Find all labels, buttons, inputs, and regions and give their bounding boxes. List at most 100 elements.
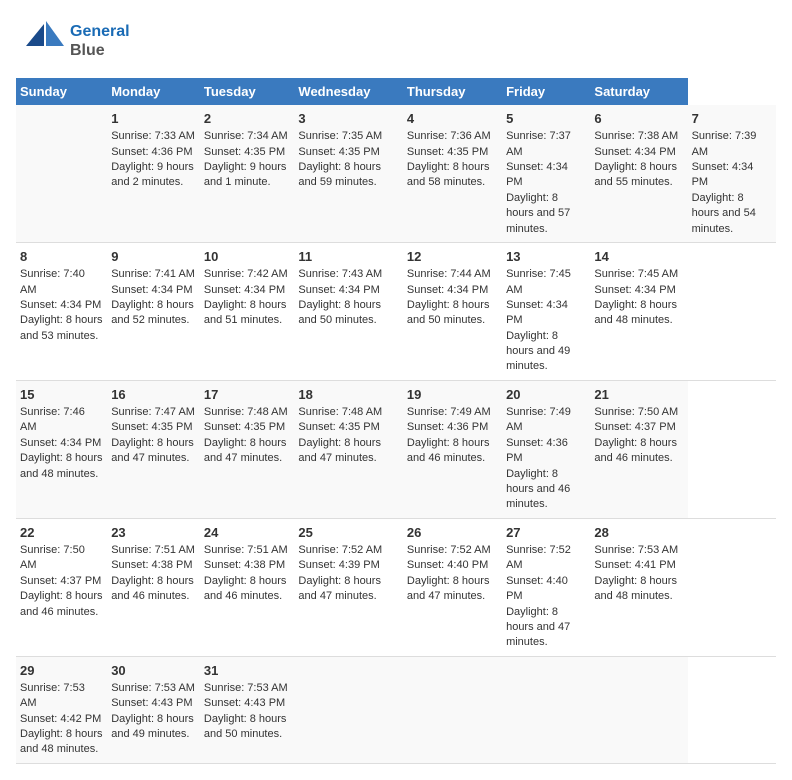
daylight-text: Daylight: 8 hours and 46 minutes.	[20, 590, 103, 617]
daylight-text: Daylight: 8 hours and 47 minutes.	[407, 575, 490, 602]
sunset-text: Sunset: 4:35 PM	[298, 146, 379, 158]
daylight-text: Daylight: 8 hours and 46 minutes.	[594, 437, 677, 464]
sunset-text: Sunset: 4:36 PM	[506, 437, 568, 464]
sunset-text: Sunset: 4:34 PM	[407, 284, 488, 296]
calendar-body: 1Sunrise: 7:33 AMSunset: 4:36 PMDaylight…	[16, 105, 776, 763]
sunrise-text: Sunrise: 7:48 AM	[298, 406, 382, 418]
logo: GeneralBlue	[16, 16, 130, 66]
calendar-cell: 9Sunrise: 7:41 AMSunset: 4:34 PMDaylight…	[107, 242, 200, 380]
calendar-cell: 11Sunrise: 7:43 AMSunset: 4:34 PMDayligh…	[294, 242, 402, 380]
day-number: 18	[298, 386, 398, 404]
day-number: 17	[204, 386, 291, 404]
daylight-text: Daylight: 8 hours and 47 minutes.	[298, 575, 381, 602]
calendar-cell: 26Sunrise: 7:52 AMSunset: 4:40 PMDayligh…	[403, 518, 502, 656]
header-monday: Monday	[107, 78, 200, 105]
daylight-text: Daylight: 8 hours and 55 minutes.	[594, 161, 677, 188]
sunrise-text: Sunrise: 7:33 AM	[111, 130, 195, 142]
day-number: 16	[111, 386, 196, 404]
logo-text-block: GeneralBlue	[70, 22, 130, 60]
sunset-text: Sunset: 4:38 PM	[111, 559, 192, 571]
day-number: 4	[407, 110, 498, 128]
sunset-text: Sunset: 4:38 PM	[204, 559, 285, 571]
sunrise-text: Sunrise: 7:51 AM	[111, 544, 195, 556]
day-number: 26	[407, 524, 498, 542]
calendar-cell: 5Sunrise: 7:37 AMSunset: 4:34 PMDaylight…	[502, 105, 590, 242]
sunset-text: Sunset: 4:41 PM	[594, 559, 675, 571]
daylight-text: Daylight: 8 hours and 53 minutes.	[20, 314, 103, 341]
daylight-text: Daylight: 8 hours and 47 minutes.	[298, 437, 381, 464]
day-number: 10	[204, 248, 291, 266]
sunrise-text: Sunrise: 7:35 AM	[298, 130, 382, 142]
sunrise-text: Sunrise: 7:52 AM	[298, 544, 382, 556]
daylight-text: Daylight: 8 hours and 46 minutes.	[407, 437, 490, 464]
day-number: 7	[692, 110, 772, 128]
sunrise-text: Sunrise: 7:37 AM	[506, 130, 571, 157]
calendar-cell: 1Sunrise: 7:33 AMSunset: 4:36 PMDaylight…	[107, 105, 200, 242]
sunrise-text: Sunrise: 7:53 AM	[20, 682, 85, 709]
week-row-4: 29Sunrise: 7:53 AMSunset: 4:42 PMDayligh…	[16, 656, 776, 763]
calendar-cell: 16Sunrise: 7:47 AMSunset: 4:35 PMDayligh…	[107, 380, 200, 518]
sunrise-text: Sunrise: 7:39 AM	[692, 130, 757, 157]
calendar-cell: 31Sunrise: 7:53 AMSunset: 4:43 PMDayligh…	[200, 656, 295, 763]
day-number: 6	[594, 110, 683, 128]
sunrise-text: Sunrise: 7:40 AM	[20, 268, 85, 295]
calendar-cell: 21Sunrise: 7:50 AMSunset: 4:37 PMDayligh…	[590, 380, 687, 518]
sunset-text: Sunset: 4:43 PM	[204, 697, 285, 709]
sunset-text: Sunset: 4:40 PM	[506, 575, 568, 602]
calendar-cell: 27Sunrise: 7:52 AMSunset: 4:40 PMDayligh…	[502, 518, 590, 656]
calendar-cell: 23Sunrise: 7:51 AMSunset: 4:38 PMDayligh…	[107, 518, 200, 656]
sunset-text: Sunset: 4:34 PM	[20, 299, 101, 311]
sunset-text: Sunset: 4:34 PM	[594, 146, 675, 158]
day-number: 30	[111, 662, 196, 680]
sunset-text: Sunset: 4:37 PM	[594, 421, 675, 433]
day-number: 3	[298, 110, 398, 128]
sunset-text: Sunset: 4:42 PM	[20, 713, 101, 725]
week-row-0: 1Sunrise: 7:33 AMSunset: 4:36 PMDaylight…	[16, 105, 776, 242]
calendar-cell	[16, 105, 107, 242]
sunrise-text: Sunrise: 7:48 AM	[204, 406, 288, 418]
day-number: 19	[407, 386, 498, 404]
day-number: 11	[298, 248, 398, 266]
calendar-cell: 18Sunrise: 7:48 AMSunset: 4:35 PMDayligh…	[294, 380, 402, 518]
header-sunday: Sunday	[16, 78, 107, 105]
sunrise-text: Sunrise: 7:36 AM	[407, 130, 491, 142]
sunrise-text: Sunrise: 7:44 AM	[407, 268, 491, 280]
page-header: GeneralBlue	[16, 16, 776, 66]
daylight-text: Daylight: 8 hours and 49 minutes.	[506, 330, 570, 373]
daylight-text: Daylight: 8 hours and 49 minutes.	[111, 713, 194, 740]
day-number: 21	[594, 386, 683, 404]
sunrise-text: Sunrise: 7:46 AM	[20, 406, 85, 433]
calendar-cell: 20Sunrise: 7:49 AMSunset: 4:36 PMDayligh…	[502, 380, 590, 518]
sunrise-text: Sunrise: 7:41 AM	[111, 268, 195, 280]
daylight-text: Daylight: 8 hours and 57 minutes.	[506, 192, 570, 235]
header-thursday: Thursday	[403, 78, 502, 105]
calendar-cell: 4Sunrise: 7:36 AMSunset: 4:35 PMDaylight…	[403, 105, 502, 242]
calendar-cell	[294, 656, 402, 763]
header-saturday: Saturday	[590, 78, 687, 105]
sunset-text: Sunset: 4:36 PM	[111, 146, 192, 158]
daylight-text: Daylight: 8 hours and 51 minutes.	[204, 299, 287, 326]
logo-general: General	[70, 22, 130, 41]
calendar-cell: 25Sunrise: 7:52 AMSunset: 4:39 PMDayligh…	[294, 518, 402, 656]
daylight-text: Daylight: 8 hours and 50 minutes.	[204, 713, 287, 740]
sunrise-text: Sunrise: 7:38 AM	[594, 130, 678, 142]
calendar-cell: 8Sunrise: 7:40 AMSunset: 4:34 PMDaylight…	[16, 242, 107, 380]
calendar-cell: 10Sunrise: 7:42 AMSunset: 4:34 PMDayligh…	[200, 242, 295, 380]
daylight-text: Daylight: 8 hours and 46 minutes.	[506, 468, 570, 511]
sunrise-text: Sunrise: 7:50 AM	[20, 544, 85, 571]
sunrise-text: Sunrise: 7:45 AM	[506, 268, 571, 295]
week-row-2: 15Sunrise: 7:46 AMSunset: 4:34 PMDayligh…	[16, 380, 776, 518]
daylight-text: Daylight: 8 hours and 58 minutes.	[407, 161, 490, 188]
calendar-cell: 22Sunrise: 7:50 AMSunset: 4:37 PMDayligh…	[16, 518, 107, 656]
daylight-text: Daylight: 8 hours and 59 minutes.	[298, 161, 381, 188]
sunset-text: Sunset: 4:36 PM	[407, 421, 488, 433]
calendar-cell	[502, 656, 590, 763]
calendar-cell: 7Sunrise: 7:39 AMSunset: 4:34 PMDaylight…	[688, 105, 776, 242]
day-number: 13	[506, 248, 586, 266]
daylight-text: Daylight: 8 hours and 50 minutes.	[298, 299, 381, 326]
sunset-text: Sunset: 4:37 PM	[20, 575, 101, 587]
week-row-3: 22Sunrise: 7:50 AMSunset: 4:37 PMDayligh…	[16, 518, 776, 656]
day-number: 27	[506, 524, 586, 542]
day-number: 5	[506, 110, 586, 128]
calendar-table: SundayMondayTuesdayWednesdayThursdayFrid…	[16, 78, 776, 764]
